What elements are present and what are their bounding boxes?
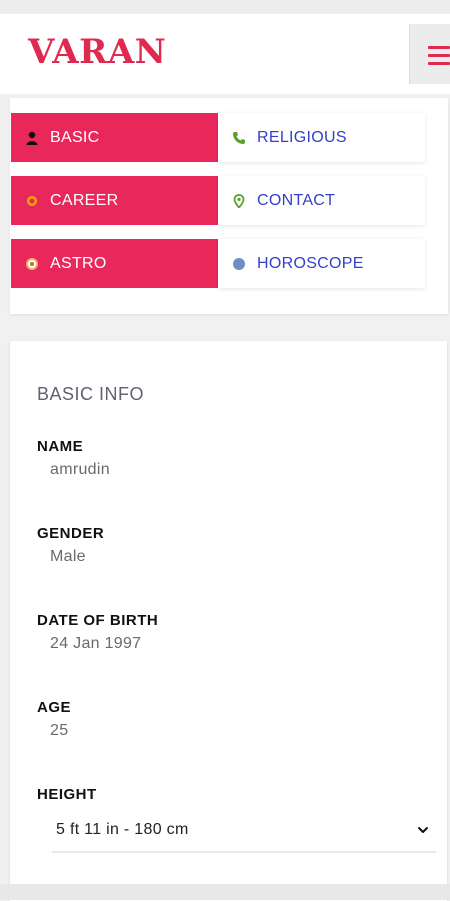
tab-career[interactable]: CAREER — [11, 176, 218, 225]
app-header: VARAN — [0, 14, 450, 94]
map-pin-icon — [232, 193, 246, 209]
tab-label: ASTRO — [50, 254, 107, 272]
basic-info-card: BASIC INFO NAME amrudin GENDER Male DATE… — [10, 341, 447, 901]
chevron-down-icon — [416, 823, 430, 842]
status-strip — [0, 0, 450, 14]
planet-icon — [232, 257, 246, 271]
astro-icon — [25, 257, 39, 271]
dob-value: 24 Jan 1997 — [50, 635, 142, 652]
tab-religious[interactable]: RELIGIOUS — [218, 113, 425, 162]
tab-horoscope[interactable]: HOROSCOPE — [218, 239, 425, 288]
tab-label: CONTACT — [257, 191, 336, 209]
tab-label: HOROSCOPE — [257, 254, 364, 272]
tab-astro[interactable]: ASTRO — [11, 239, 218, 288]
height-select[interactable]: 5 ft 11 in - 180 cm — [52, 813, 436, 853]
section-title: BASIC INFO — [37, 384, 145, 404]
person-icon — [25, 131, 39, 145]
tab-contact[interactable]: CONTACT — [218, 176, 425, 225]
height-value: 5 ft 11 in - 180 cm — [56, 821, 189, 838]
tab-label: BASIC — [50, 128, 100, 146]
menu-button[interactable] — [409, 24, 450, 84]
logo[interactable]: VARAN — [28, 32, 166, 72]
phone-icon — [232, 131, 246, 145]
height-label: HEIGHT — [37, 786, 97, 803]
name-value: amrudin — [50, 461, 110, 478]
dob-label: DATE OF BIRTH — [37, 612, 159, 629]
age-value: 25 — [50, 722, 69, 739]
bottom-strip — [0, 884, 450, 900]
profile-tabs: BASIC RELIGIOUS CAREER CONTACT ASTRO HOR… — [10, 98, 448, 314]
tab-label: CAREER — [50, 191, 119, 209]
gender-value: Male — [50, 548, 86, 565]
tab-basic[interactable]: BASIC — [11, 113, 218, 162]
age-label: AGE — [37, 699, 72, 716]
name-label: NAME — [37, 438, 84, 455]
gender-label: GENDER — [37, 525, 105, 542]
hamburger-menu-icon — [428, 46, 450, 49]
sun-icon — [25, 194, 39, 208]
tab-label: RELIGIOUS — [257, 128, 347, 146]
